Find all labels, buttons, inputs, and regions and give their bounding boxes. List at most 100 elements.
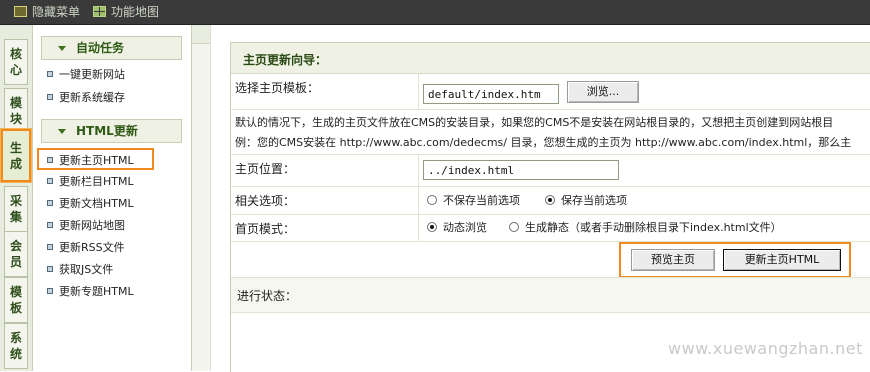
tab-generate-char1: 生 <box>9 141 22 155</box>
page-title: 主页更新向导： <box>243 53 328 67</box>
menu-item-update-doc-html[interactable]: 更新文档HTML <box>47 195 134 213</box>
menu-item-update-rss[interactable]: 更新RSS文件 <box>47 239 125 257</box>
hide-menu-button[interactable]: 隐藏菜单 <box>14 3 80 21</box>
grid-icon <box>93 6 106 17</box>
top-toolbar: 隐藏菜单 功能地图 <box>0 0 870 25</box>
window-icon <box>14 6 27 17</box>
bullet-icon <box>47 266 53 272</box>
options-label: 相关选项： <box>235 194 296 208</box>
radio-dynamic[interactable]: 动态浏览 <box>427 220 487 236</box>
sidebar-menu: 自动任务 一键更新网站 更新系统缓存 HTML更新 更新主页HTML 更新栏目H… <box>33 25 192 371</box>
splitter-corner <box>192 25 210 44</box>
tab-core-char1: 核 <box>9 47 22 61</box>
tab-member-char1: 会 <box>9 239 22 253</box>
template-input[interactable]: default/index.htm <box>423 84 559 104</box>
function-map-button[interactable]: 功能地图 <box>93 3 159 21</box>
tab-system-char2: 统 <box>9 347 22 361</box>
tab-core-char2: 心 <box>9 63 22 77</box>
function-map-label: 功能地图 <box>111 5 160 19</box>
main-panel: 主页更新向导： 选择主页模板： default/index.htm 浏览... … <box>230 42 870 372</box>
bullet-icon <box>47 94 53 100</box>
tab-system[interactable]: 系统 <box>4 323 28 369</box>
left-tab-bar: 核心 模块 生成 采集 会员 模板 系统 <box>0 25 33 371</box>
menu-item-get-js[interactable]: 获取JS文件 <box>47 261 113 279</box>
tab-template[interactable]: 模板 <box>4 277 28 323</box>
status-row: 进行状态： <box>231 277 870 313</box>
section-auto-tasks[interactable]: 自动任务 <box>41 36 182 60</box>
position-value-cell <box>418 155 419 186</box>
status-label: 进行状态： <box>237 289 298 303</box>
tab-generate-char2: 成 <box>9 157 22 171</box>
watermark: www.xuewangzhan.net <box>668 339 863 358</box>
tab-collect-char1: 采 <box>9 194 22 208</box>
radio-static[interactable]: 生成静态（或者手动删除根目录下index.html文件） <box>509 220 782 236</box>
menu-item-update-sitemap[interactable]: 更新网站地图 <box>47 217 125 235</box>
tab-module-char1: 模 <box>9 96 22 110</box>
bullet-icon <box>47 244 53 250</box>
mode-label: 首页模式： <box>235 222 296 236</box>
description-row: 默认的情况下，生成的主页文件放在CMS的安装目录，如果您的CMS不是安装在网站根… <box>231 110 870 155</box>
menu-item-update-home-html[interactable]: 更新主页HTML <box>37 148 154 170</box>
tab-collect-char2: 集 <box>9 210 22 224</box>
splitter[interactable] <box>192 25 211 371</box>
menu-item-label: 更新网站地图 <box>59 219 125 232</box>
collapse-arrow-icon <box>58 46 66 51</box>
tab-member-char2: 员 <box>9 255 22 269</box>
description-line1: 默认的情况下，生成的主页文件放在CMS的安装目录，如果您的CMS不是安装在网站根… <box>235 116 834 129</box>
section-auto-tasks-title: 自动任务 <box>76 41 125 55</box>
description-text: 默认的情况下，生成的主页文件放在CMS的安装目录，如果您的CMS不是安装在网站根… <box>235 113 851 153</box>
tab-template-char2: 板 <box>9 301 22 315</box>
tab-generate[interactable]: 生成 <box>1 129 31 182</box>
bullet-icon <box>47 222 53 228</box>
hide-menu-label: 隐藏菜单 <box>32 5 81 19</box>
tab-core[interactable]: 核心 <box>4 39 28 85</box>
template-value-cell <box>418 74 419 109</box>
tab-collect[interactable]: 采集 <box>4 186 28 232</box>
position-row: 主页位置： ../index.html <box>231 155 870 187</box>
radio-no-save-label: 不保存当前选项 <box>443 194 520 207</box>
radio-static-label: 生成静态（或者手动删除根目录下index.html文件） <box>525 221 782 234</box>
menu-item-label: 更新栏目HTML <box>59 175 134 188</box>
radio-dynamic-label: 动态浏览 <box>443 221 487 234</box>
menu-item-label: 更新主页HTML <box>59 154 134 167</box>
collapse-arrow-icon <box>58 129 66 134</box>
menu-item-label: 获取JS文件 <box>59 263 114 276</box>
tab-system-char1: 系 <box>9 331 22 345</box>
preview-home-button[interactable]: 预览主页 <box>631 249 715 271</box>
section-html-update[interactable]: HTML更新 <box>41 119 182 143</box>
options-value-cell <box>418 187 419 214</box>
radio-no-save[interactable]: 不保存当前选项 <box>427 193 520 209</box>
template-row: 选择主页模板： default/index.htm 浏览... <box>231 74 870 110</box>
menu-item-one-click-update[interactable]: 一键更新网站 <box>47 66 125 84</box>
radio-selected-icon <box>427 222 437 232</box>
tab-member[interactable]: 会员 <box>4 231 28 277</box>
position-label: 主页位置： <box>235 162 296 176</box>
tab-module-char2: 块 <box>9 112 22 126</box>
menu-item-label: 更新RSS文件 <box>59 241 125 254</box>
radio-save[interactable]: 保存当前选项 <box>545 193 627 209</box>
tab-module[interactable]: 模块 <box>4 88 28 134</box>
menu-item-update-cache[interactable]: 更新系统缓存 <box>47 89 125 107</box>
radio-save-label: 保存当前选项 <box>561 194 627 207</box>
menu-item-update-column-html[interactable]: 更新栏目HTML <box>47 173 134 191</box>
bullet-icon <box>47 71 53 77</box>
menu-item-label: 更新文档HTML <box>59 197 134 210</box>
bullet-icon <box>47 288 53 294</box>
browse-button[interactable]: 浏览... <box>567 81 639 103</box>
menu-item-label: 更新系统缓存 <box>59 91 125 104</box>
description-line2: 例：您的CMS安装在 http://www.abc.com/dedecms/ 目… <box>235 136 852 149</box>
options-row: 相关选项： 不保存当前选项 保存当前选项 <box>231 187 870 215</box>
radio-selected-icon <box>545 195 555 205</box>
template-label: 选择主页模板： <box>235 81 320 95</box>
menu-item-label: 更新专题HTML <box>59 285 134 298</box>
tab-template-char1: 模 <box>9 285 22 299</box>
bullet-icon <box>47 157 53 163</box>
mode-value-cell <box>418 215 419 241</box>
bullet-icon <box>47 200 53 206</box>
update-home-html-button[interactable]: 更新主页HTML <box>723 249 841 271</box>
position-input[interactable]: ../index.html <box>423 160 619 180</box>
menu-item-update-topic-html[interactable]: 更新专题HTML <box>47 283 134 301</box>
menu-item-label: 一键更新网站 <box>59 68 125 81</box>
panel-header: 主页更新向导： <box>231 43 870 74</box>
radio-icon <box>427 195 437 205</box>
